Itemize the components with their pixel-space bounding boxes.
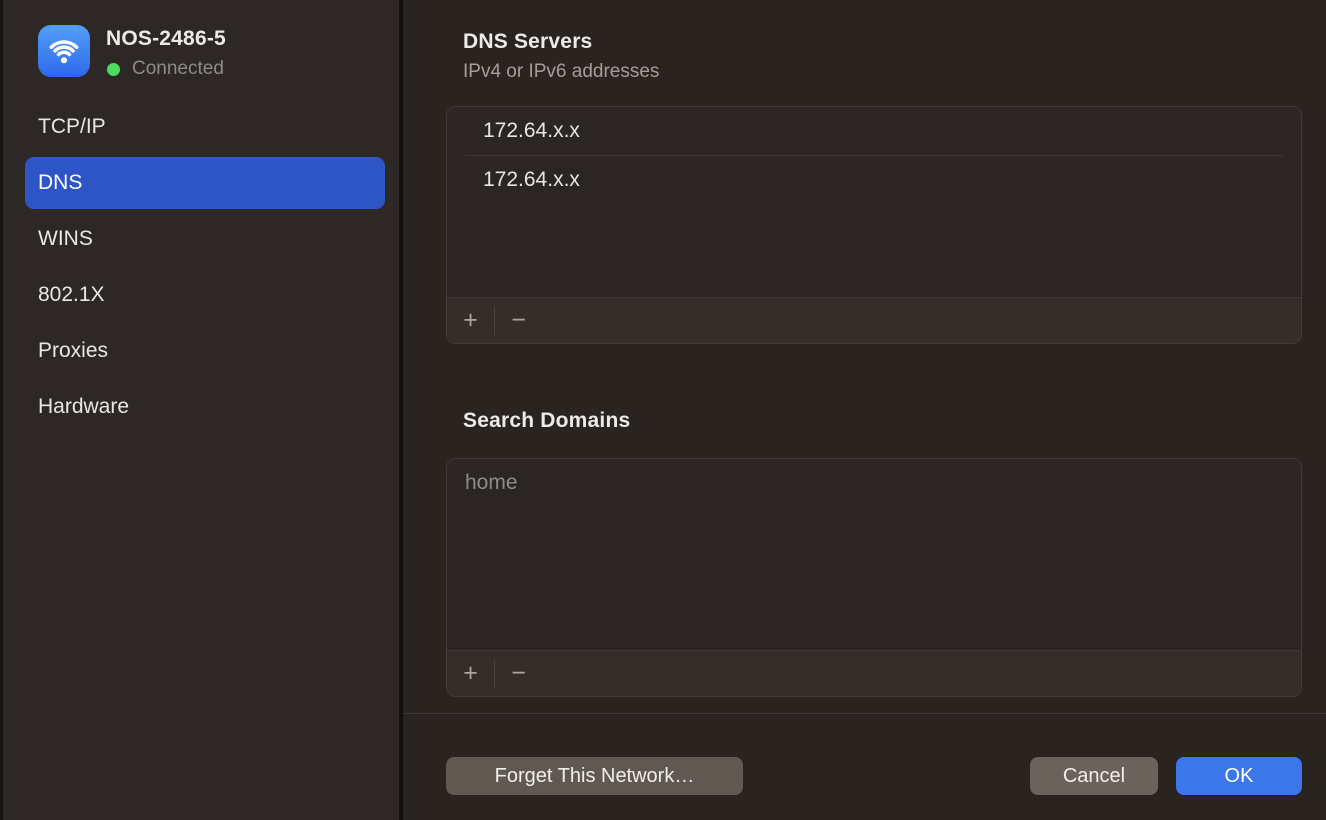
add-dns-server-button[interactable]: + <box>447 298 494 344</box>
dns-servers-subtitle: IPv4 or IPv6 addresses <box>463 61 659 83</box>
sidebar-item-proxies[interactable]: Proxies <box>25 325 385 377</box>
sidebar: NOS-2486-5 Connected TCP/IP DNS WINS 802… <box>0 0 399 820</box>
connection-status: Connected <box>107 58 224 80</box>
bottom-bar-divider <box>403 713 1326 714</box>
search-domains-footer: + − <box>447 650 1301 696</box>
forget-network-button[interactable]: Forget This Network… <box>446 757 743 795</box>
connection-name: NOS-2486-5 <box>106 27 226 51</box>
sidebar-item-dns[interactable]: DNS <box>25 157 385 209</box>
sidebar-item-tcpip[interactable]: TCP/IP <box>25 101 385 153</box>
dns-servers-list: 172.64.x.x 172.64.x.x + − <box>446 106 1302 344</box>
sidebar-item-hardware[interactable]: Hardware <box>25 381 385 433</box>
cancel-button[interactable]: Cancel <box>1030 757 1158 795</box>
sidebar-nav: TCP/IP DNS WINS 802.1X Proxies Hardware <box>25 101 385 437</box>
sidebar-item-wins[interactable]: WINS <box>25 213 385 265</box>
add-search-domain-button[interactable]: + <box>447 651 494 697</box>
remove-search-domain-button[interactable]: − <box>495 651 542 697</box>
connection-header: NOS-2486-5 Connected <box>3 0 402 100</box>
ok-button[interactable]: OK <box>1176 757 1302 795</box>
status-dot <box>107 63 120 76</box>
wifi-icon <box>38 25 90 77</box>
search-domains-title: Search Domains <box>463 409 630 433</box>
search-domain-entry[interactable]: home <box>447 459 1301 507</box>
dns-server-entry[interactable]: 172.64.x.x <box>447 107 1301 155</box>
dns-servers-footer: + − <box>447 297 1301 343</box>
sidebar-item-8021x[interactable]: 802.1X <box>25 269 385 321</box>
search-domains-list: home + − <box>446 458 1302 697</box>
network-settings-window: NOS-2486-5 Connected TCP/IP DNS WINS 802… <box>0 0 1326 820</box>
remove-dns-server-button[interactable]: − <box>495 298 542 344</box>
status-label: Connected <box>132 58 224 80</box>
dns-server-entry[interactable]: 172.64.x.x <box>447 156 1301 204</box>
dns-settings-pane: DNS Servers IPv4 or IPv6 addresses 172.6… <box>403 0 1326 820</box>
dns-servers-title: DNS Servers <box>463 30 592 54</box>
